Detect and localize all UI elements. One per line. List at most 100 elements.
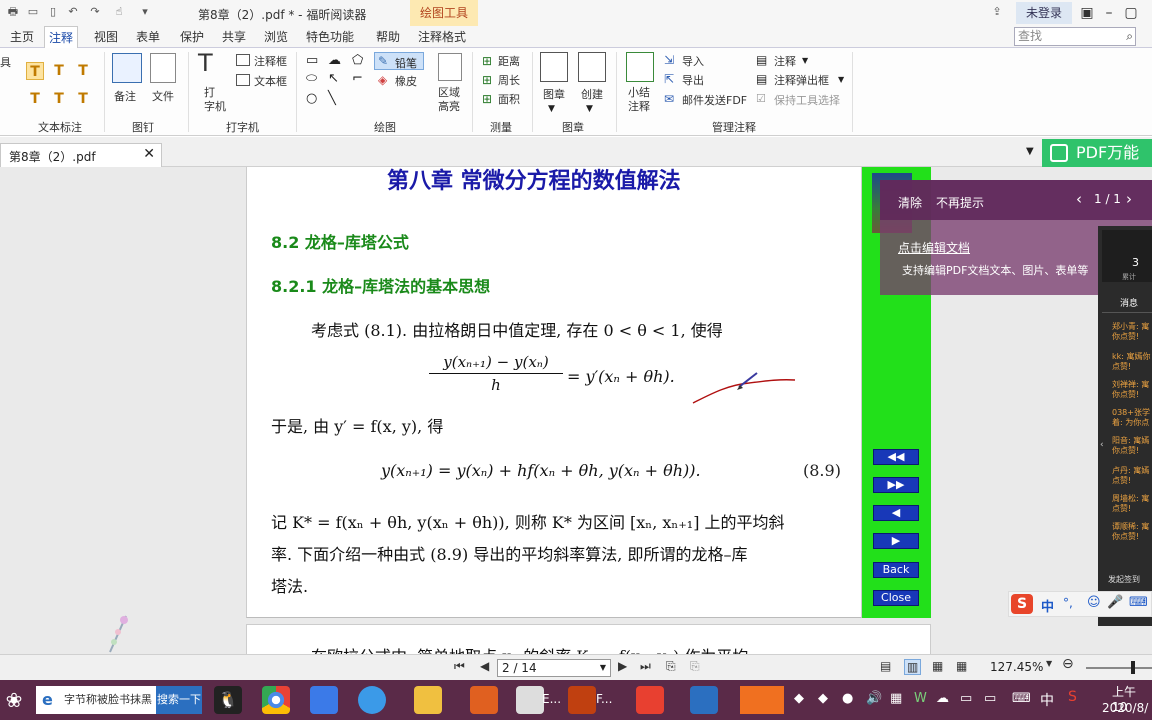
file-explorer-app-icon[interactable]	[414, 686, 442, 714]
tab-home[interactable]: 主页	[6, 26, 38, 48]
tab-features[interactable]: 特色功能	[302, 26, 358, 48]
hand-tool-icon[interactable]: ☝	[112, 5, 126, 19]
tray-qq-icon[interactable]: ●	[842, 691, 853, 706]
video-app-icon[interactable]	[690, 686, 718, 714]
matlab-app-icon[interactable]	[470, 686, 498, 714]
emoji-icon[interactable]: ☺	[1087, 595, 1101, 610]
live-tab-messages[interactable]: 消息	[1120, 296, 1138, 309]
tab-browse[interactable]: 浏览	[260, 26, 292, 48]
ime-language-toggle[interactable]: 中	[1041, 596, 1054, 615]
circle-icon[interactable]: ○	[306, 92, 317, 106]
annotation-button[interactable]: 注释	[774, 53, 796, 69]
start-menu-icon[interactable]: ❀	[2, 688, 26, 712]
zoom-dropdown-icon[interactable]: ▼	[1046, 659, 1052, 668]
pencil-button[interactable]: ✎ 铅笔	[374, 52, 424, 70]
zoom-slider[interactable]	[1086, 667, 1152, 669]
page-number-input[interactable]: 2 / 14 ▼	[497, 659, 611, 677]
summary-icon[interactable]	[626, 52, 654, 82]
close-tab-icon[interactable]: ✕	[143, 146, 155, 162]
tray-battery-icon[interactable]: ▭	[960, 691, 972, 706]
email-fdf-button[interactable]: 邮件发送FDF	[682, 92, 747, 108]
popup-no-remind-button[interactable]: 不再提示	[936, 194, 984, 211]
typewriter-button[interactable]: 打 字机	[204, 86, 226, 114]
messenger-app-icon[interactable]	[358, 686, 386, 714]
login-button[interactable]: 未登录	[1016, 2, 1072, 24]
last-page-button[interactable]: ▶▶	[873, 477, 919, 493]
ime-punctuation-toggle[interactable]: °,	[1063, 596, 1073, 610]
touch-keyboard-icon[interactable]: ⌨	[1012, 691, 1031, 706]
summary-button[interactable]: 小结 注释	[628, 86, 650, 114]
arrow-icon[interactable]: ↖	[328, 72, 339, 86]
tab-help[interactable]: 帮助	[372, 26, 404, 48]
textbox-icon[interactable]	[236, 74, 250, 86]
zoom-level-value[interactable]: 127.45%	[990, 660, 1043, 674]
annotation-dropdown-icon[interactable]: ▼	[802, 54, 808, 68]
taskbar-app-e-label[interactable]: E...	[542, 692, 561, 706]
create-button[interactable]: 创建	[581, 86, 603, 102]
line-icon[interactable]: ╲	[328, 92, 336, 106]
customize-quick-access-icon[interactable]: ▾	[138, 5, 152, 19]
input-language-indicator[interactable]: 中	[1040, 690, 1054, 710]
ellipse-icon[interactable]: ⬭	[306, 72, 317, 86]
back-button[interactable]: Back	[873, 562, 919, 578]
matlab-figure-app-icon[interactable]	[568, 686, 596, 714]
ribbon-toggle-icon[interactable]: ▣	[1076, 3, 1098, 23]
first-page-button[interactable]: ◀◀	[873, 449, 919, 465]
prev-page-button[interactable]: ◀	[873, 505, 919, 521]
redo-icon[interactable]: ↷	[88, 5, 102, 19]
tray-shield-icon[interactable]: ◆	[794, 691, 804, 706]
polyline-icon[interactable]: ⌐	[352, 72, 363, 86]
annotation-popup-icon[interactable]: ▤	[756, 72, 767, 86]
single-page-view-icon[interactable]: ▤	[880, 659, 891, 673]
eraser-icon[interactable]: ◈	[378, 73, 387, 87]
wechat-tray-icon[interactable]: W	[914, 691, 927, 706]
zoom-slider-handle[interactable]	[1131, 661, 1135, 674]
foxit-app-icon[interactable]	[636, 686, 664, 714]
replace-text-icon[interactable]: T	[50, 90, 68, 108]
area-highlight-icon[interactable]	[438, 53, 462, 81]
tray-cloud-icon[interactable]: ☁	[936, 691, 949, 706]
next-page-button[interactable]: ▶	[873, 533, 919, 549]
export-button[interactable]: 导出	[682, 72, 704, 88]
file-button[interactable]: 文件	[152, 88, 174, 104]
facing-view-icon[interactable]: ▦	[932, 659, 943, 673]
keyboard-icon[interactable]: ⌨	[1129, 595, 1148, 610]
new-file-icon[interactable]: ▯	[46, 5, 60, 19]
qq-app-icon[interactable]: 🐧	[214, 686, 242, 714]
email-icon[interactable]: ✉	[664, 92, 674, 106]
document-tab[interactable]: 第8章（2）.pdf ✕	[0, 143, 162, 167]
search-icon[interactable]: ⌕	[1126, 28, 1133, 45]
tab-share[interactable]: 共享	[218, 26, 250, 48]
pencil-ink-stroke[interactable]	[687, 365, 797, 407]
tab-comment[interactable]: 注释	[44, 26, 79, 49]
area-icon[interactable]: ⊞	[482, 92, 492, 106]
area-highlight-button[interactable]: 区域 高亮	[438, 86, 460, 114]
tab-form[interactable]: 表单	[132, 26, 164, 48]
rectangle-icon[interactable]: ▭	[306, 54, 318, 68]
squiggly-text-icon[interactable]: T	[74, 62, 92, 80]
popup-edit-link[interactable]: 点击编辑文档	[898, 239, 970, 256]
annotation-list-icon[interactable]: ▤	[756, 53, 767, 67]
checkin-button[interactable]: 发起签到	[1108, 574, 1140, 585]
polygon-icon[interactable]: ⬠	[352, 54, 363, 68]
note-icon[interactable]	[112, 53, 142, 83]
chrome-app-icon[interactable]	[262, 686, 290, 714]
perimeter-button[interactable]: 周长	[498, 72, 520, 88]
popup-next-icon[interactable]: ›	[1126, 190, 1132, 208]
tray-display-icon[interactable]: ▭	[984, 691, 996, 706]
annotation-popup-dropdown-icon[interactable]: ▼	[838, 73, 844, 87]
eraser-button[interactable]: 橡皮	[395, 73, 417, 89]
annotation-popup-button[interactable]: 注释弹出框	[774, 72, 829, 88]
print-icon[interactable]: 🖶	[6, 5, 20, 19]
share-icon[interactable]: ⇪	[990, 5, 1004, 19]
undo-icon[interactable]: ↶	[66, 5, 80, 19]
distance-icon[interactable]: ⊞	[482, 54, 492, 68]
active-recorder-app-icon[interactable]	[740, 686, 784, 714]
context-tab-drawing-tools[interactable]: 绘图工具	[410, 0, 478, 26]
sogou-tray-icon[interactable]: S	[1068, 689, 1077, 705]
popup-clear-button[interactable]: 清除	[898, 194, 922, 211]
sogou-logo-icon[interactable]: S	[1011, 594, 1033, 614]
popup-prev-icon[interactable]: ‹	[1076, 190, 1082, 208]
next-view-icon[interactable]: ⎘	[690, 659, 700, 674]
cloud-icon[interactable]: ☁	[328, 54, 341, 68]
